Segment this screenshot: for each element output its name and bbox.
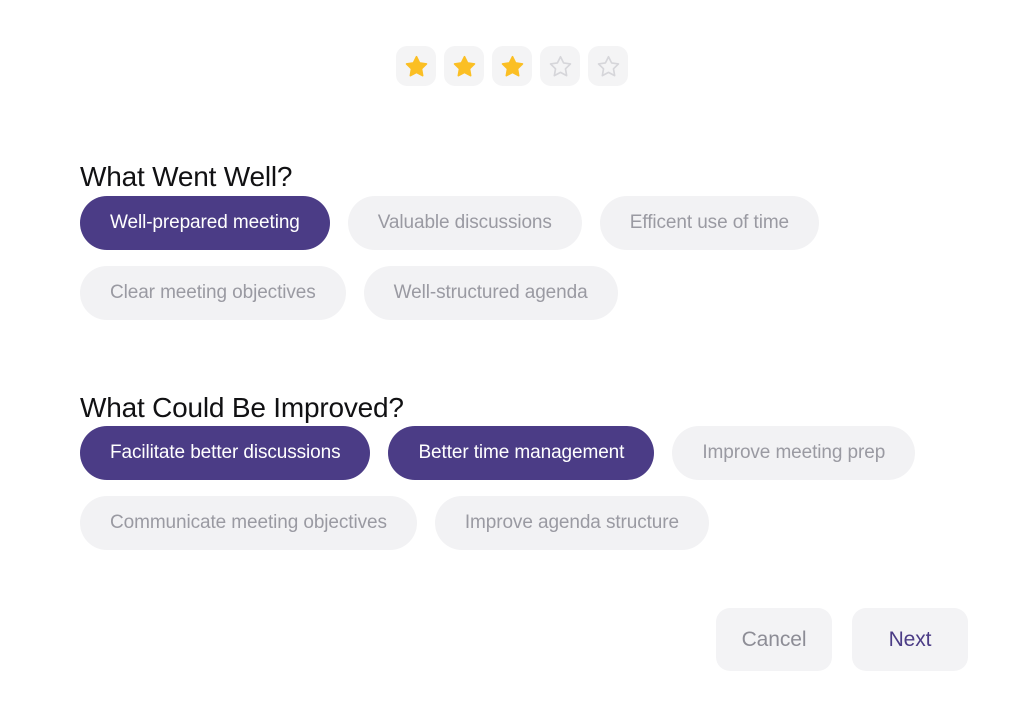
chip-improved-3[interactable]: Communicate meeting objectives [80, 496, 417, 550]
feedback-card: What Went Well? Well-prepared meeting Val… [0, 0, 1024, 725]
chip-went-well-3[interactable]: Clear meeting objectives [80, 266, 346, 320]
star-5-empty-icon[interactable] [588, 46, 628, 86]
section-title-went-well: What Went Well? [80, 161, 293, 193]
chip-went-well-2[interactable]: Efficent use of time [599, 196, 820, 250]
chip-went-well-0[interactable]: Well-prepared meeting [80, 196, 330, 250]
chip-improved-4[interactable]: Improve agenda structure [434, 496, 709, 550]
chip-went-well-1[interactable]: Valuable discussions [347, 196, 582, 250]
star-4-empty-icon[interactable] [540, 46, 580, 86]
section-title-could-be-improved: What Could Be Improved? [80, 392, 404, 424]
chip-improved-1[interactable]: Better time management [388, 426, 655, 480]
cancel-button[interactable]: Cancel [716, 608, 832, 671]
chip-group-went-well: Well-prepared meeting Valuable discussion… [80, 196, 990, 320]
next-button[interactable]: Next [852, 608, 968, 671]
star-1-filled-icon[interactable] [396, 46, 436, 86]
star-rating[interactable] [0, 46, 1024, 86]
star-3-filled-icon[interactable] [492, 46, 532, 86]
chip-group-could-be-improved: Facilitate better discussions Better time… [80, 426, 990, 550]
chip-improved-0[interactable]: Facilitate better discussions [80, 426, 371, 480]
chip-improved-2[interactable]: Improve meeting prep [672, 426, 916, 480]
footer-actions: Cancel Next [716, 608, 968, 671]
star-2-filled-icon[interactable] [444, 46, 484, 86]
chip-went-well-4[interactable]: Well-structured agenda [363, 266, 618, 320]
